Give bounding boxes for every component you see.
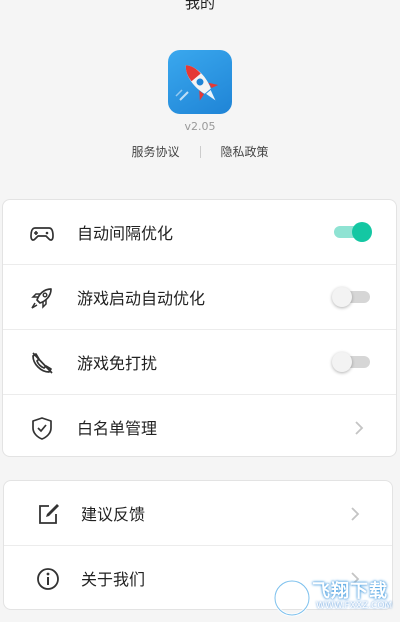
shield-check-icon bbox=[32, 417, 52, 440]
settings-card: 自动间隔优化 游戏启动自动优化 游戏免打扰 白名单管理 bbox=[2, 199, 397, 457]
toggle-knob bbox=[332, 287, 352, 307]
toggle-knob bbox=[352, 222, 372, 242]
info-icon bbox=[37, 568, 59, 590]
setting-label: 自动间隔优化 bbox=[77, 224, 174, 243]
edit-icon bbox=[39, 504, 59, 524]
chevron-right-icon bbox=[351, 507, 360, 521]
page-title: 我的 bbox=[184, 0, 215, 12]
about-label: 关于我们 bbox=[81, 570, 146, 589]
app-info: v2.05 服务协议 隐私政策 bbox=[0, 50, 400, 160]
setting-auto-interval[interactable]: 自动间隔优化 bbox=[3, 200, 396, 265]
auto-interval-toggle[interactable] bbox=[334, 222, 372, 242]
setting-do-not-disturb[interactable]: 游戏免打扰 bbox=[3, 330, 396, 395]
setting-whitelist[interactable]: 白名单管理 bbox=[3, 395, 396, 459]
feedback-item[interactable]: 建议反馈 bbox=[4, 481, 392, 546]
app-logo bbox=[168, 50, 232, 114]
terms-link[interactable]: 服务协议 bbox=[131, 143, 179, 160]
watermark-url: WWW.FXXZ.COM bbox=[316, 601, 393, 611]
watermark-text: 飞翔下载 bbox=[312, 581, 388, 602]
setting-game-launch[interactable]: 游戏启动自动优化 bbox=[3, 265, 396, 330]
setting-label: 游戏免打扰 bbox=[77, 354, 158, 373]
top-bar: 我的 bbox=[0, 0, 400, 14]
chevron-right-icon bbox=[355, 421, 364, 435]
phone-off-icon bbox=[32, 352, 53, 374]
setting-label: 游戏启动自动优化 bbox=[77, 289, 206, 308]
app-version: v2.05 bbox=[184, 120, 216, 133]
privacy-link[interactable]: 隐私政策 bbox=[221, 143, 269, 160]
watermark: 飞翔下载 WWW.FXXZ.COM bbox=[270, 575, 400, 622]
game-launch-toggle[interactable] bbox=[332, 287, 370, 307]
link-divider bbox=[199, 145, 201, 158]
rocket-icon bbox=[31, 288, 52, 309]
setting-label: 白名单管理 bbox=[77, 419, 158, 438]
feedback-label: 建议反馈 bbox=[81, 505, 146, 524]
watermark-logo-icon bbox=[273, 579, 311, 617]
do-not-disturb-toggle[interactable] bbox=[332, 352, 370, 372]
toggle-knob bbox=[332, 352, 352, 372]
gamepad-icon bbox=[30, 227, 54, 241]
rocket-logo-icon bbox=[175, 65, 219, 101]
